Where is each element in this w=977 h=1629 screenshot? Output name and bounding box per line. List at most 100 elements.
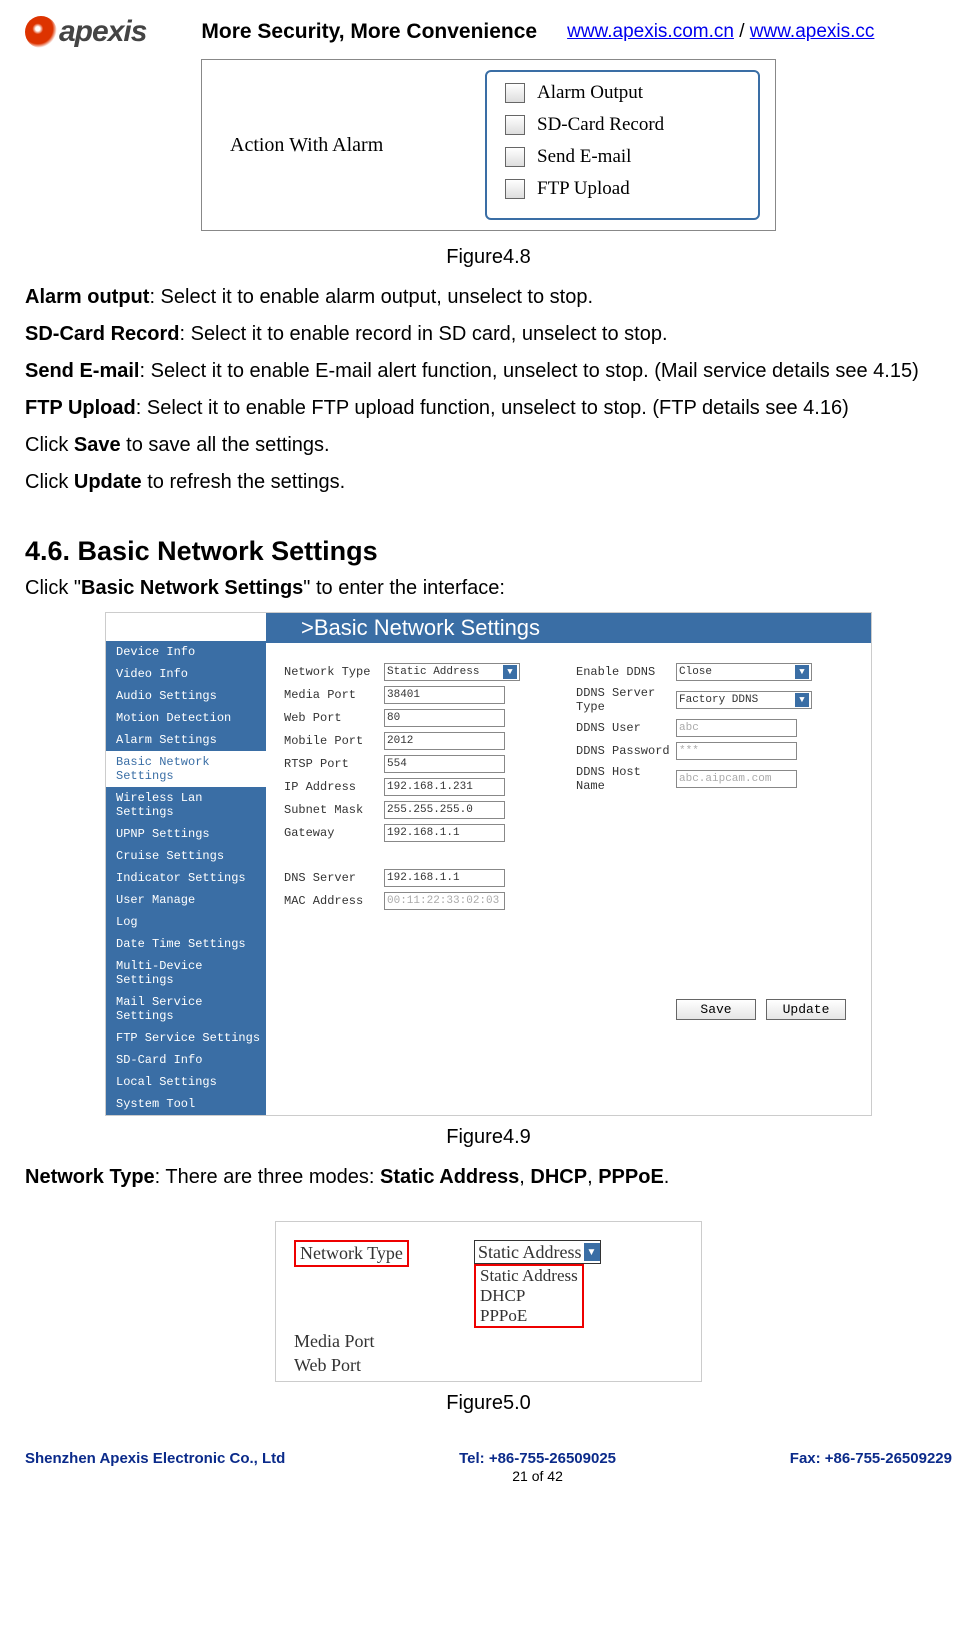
text-field[interactable]: 2012 xyxy=(384,732,505,750)
save-button[interactable]: Save xyxy=(676,999,756,1020)
form-row: Media Port38401 xyxy=(284,686,561,704)
field-label: DDNS Host Name xyxy=(576,765,676,793)
text-field: 00:11:22:33:02:03 xyxy=(384,892,505,910)
text-field[interactable]: 554 xyxy=(384,755,505,773)
form-row: RTSP Port554 xyxy=(284,755,561,773)
label-ftp: FTP Upload xyxy=(537,178,630,200)
field-label: Mobile Port xyxy=(284,734,384,748)
form-row: MAC Address00:11:22:33:02:03 xyxy=(284,892,561,910)
sidebar-item[interactable]: Log xyxy=(106,911,266,933)
text-field[interactable]: 192.168.1.1 xyxy=(384,869,505,887)
sidebar-item[interactable]: Mail Service Settings xyxy=(106,991,266,1027)
text-field: abc.aipcam.com xyxy=(676,770,797,788)
sidebar-item[interactable]: Wireless Lan Settings xyxy=(106,787,266,823)
alarm-options-box: Alarm Output SD-Card Record Send E-mail … xyxy=(485,70,760,220)
field-label: RTSP Port xyxy=(284,757,384,771)
field-label: Gateway xyxy=(284,826,384,840)
web-port-label: Web Port xyxy=(276,1355,474,1376)
form-row: DDNS Userabc xyxy=(576,719,853,737)
label-sdcard: SD-Card Record xyxy=(537,114,664,136)
logo: apexis xyxy=(25,15,146,49)
field-label: DDNS Password xyxy=(576,744,676,758)
checkbox-ftp[interactable] xyxy=(505,179,525,199)
field-label: DDNS Server Type xyxy=(576,686,676,714)
link-apexis-cc[interactable]: www.apexis.cc xyxy=(750,21,875,42)
sidebar-item[interactable]: Video Info xyxy=(106,663,266,685)
checkbox-row-alarm-output: Alarm Output xyxy=(505,82,758,104)
slogan: More Security, More Convenience xyxy=(201,20,537,44)
dropdown-opt-pppoe[interactable]: PPPoE xyxy=(476,1306,582,1326)
sidebar-item[interactable]: User Manage xyxy=(106,889,266,911)
sidebar-item[interactable]: Local Settings xyxy=(106,1071,266,1093)
caption-figure-4-8: Figure4.8 xyxy=(25,246,952,269)
link-separator: / xyxy=(734,21,750,42)
footer-company: Shenzhen Apexis Electronic Co., Ltd xyxy=(25,1450,285,1484)
button-row: Save Update xyxy=(266,979,871,1115)
sidebar-item[interactable]: System Tool xyxy=(106,1093,266,1115)
form-row: DDNS Host Nameabc.aipcam.com xyxy=(576,765,853,793)
checkbox-email[interactable] xyxy=(505,147,525,167)
sidebar-item[interactable]: Cruise Settings xyxy=(106,845,266,867)
form-row: Web Port80 xyxy=(284,709,561,727)
network-type-select[interactable]: Static Address ▼ xyxy=(474,1240,601,1264)
sidebar-item[interactable]: Multi-Device Settings xyxy=(106,955,266,991)
sidebar-item[interactable]: SD-Card Info xyxy=(106,1049,266,1071)
caption-figure-4-9: Figure4.9 xyxy=(25,1126,952,1149)
checkbox-row-ftp: FTP Upload xyxy=(505,178,758,200)
sidebar-item[interactable]: Motion Detection xyxy=(106,707,266,729)
update-button[interactable]: Update xyxy=(766,999,846,1020)
desc-save: Click Save to save all the settings. xyxy=(25,432,952,459)
header-links: www.apexis.com.cn / www.apexis.cc xyxy=(567,21,874,43)
label-email: Send E-mail xyxy=(537,146,631,168)
select-field[interactable]: Factory DDNS▼ xyxy=(676,691,812,709)
checkbox-sdcard[interactable] xyxy=(505,115,525,135)
page-header: apexis More Security, More Convenience w… xyxy=(25,15,952,49)
desc-ftp: FTP Upload: Select it to enable FTP uplo… xyxy=(25,395,952,422)
form-row: DDNS Password*** xyxy=(576,742,853,760)
panel-title: >Basic Network Settings xyxy=(266,613,871,643)
sidebar-item[interactable]: Audio Settings xyxy=(106,685,266,707)
form-row: Enable DDNSClose▼ xyxy=(576,663,853,681)
network-type-highlight: Network Type xyxy=(294,1240,409,1267)
dropdown-icon: ▼ xyxy=(795,665,809,679)
desc-email: Send E-mail: Select it to enable E-mail … xyxy=(25,358,952,385)
sidebar-item[interactable]: Device Info xyxy=(106,641,266,663)
field-label: Media Port xyxy=(284,688,384,702)
select-field[interactable]: Close▼ xyxy=(676,663,812,681)
page-footer: Shenzhen Apexis Electronic Co., Ltd Tel:… xyxy=(0,1450,977,1492)
logo-text: apexis xyxy=(59,15,146,49)
sidebar-item[interactable]: Alarm Settings xyxy=(106,729,266,751)
desc-update: Click Update to refresh the settings. xyxy=(25,469,952,496)
text-field[interactable]: 192.168.1.231 xyxy=(384,778,505,796)
dropdown-icon: ▼ xyxy=(584,1243,600,1261)
text-field: abc xyxy=(676,719,797,737)
link-apexis-cn[interactable]: www.apexis.com.cn xyxy=(567,21,734,42)
network-type-value: Static Address xyxy=(478,1242,582,1263)
form-row: DNS Server192.168.1.1 xyxy=(284,869,561,887)
figure-5-0: Network Type Static Address ▼ Static Add… xyxy=(275,1221,702,1382)
sidebar-item[interactable]: UPNP Settings xyxy=(106,823,266,845)
text-field[interactable]: 255.255.255.0 xyxy=(384,801,505,819)
text-field[interactable]: 80 xyxy=(384,709,505,727)
form-row: Subnet Mask255.255.255.0 xyxy=(284,801,561,819)
figure-4-9: Device InfoVideo InfoAudio SettingsMotio… xyxy=(105,612,872,1116)
sidebar-item[interactable]: Basic Network Settings xyxy=(106,751,266,787)
sidebar-item[interactable]: FTP Service Settings xyxy=(106,1027,266,1049)
dropdown-opt-static[interactable]: Static Address xyxy=(476,1266,582,1286)
desc-alarm-output: Alarm output: Select it to enable alarm … xyxy=(25,284,952,311)
logo-icon xyxy=(25,16,57,48)
field-label: Web Port xyxy=(284,711,384,725)
checkbox-row-sdcard: SD-Card Record xyxy=(505,114,758,136)
form-row: Mobile Port2012 xyxy=(284,732,561,750)
caption-figure-5-0: Figure5.0 xyxy=(25,1392,952,1415)
footer-fax: Fax: +86-755-26509229 xyxy=(790,1450,952,1484)
select-field[interactable]: Static Address▼ xyxy=(384,663,520,681)
footer-page: 21 of 42 xyxy=(459,1468,616,1484)
checkbox-alarm-output[interactable] xyxy=(505,83,525,103)
field-label: Network Type xyxy=(284,665,384,679)
text-field[interactable]: 192.168.1.1 xyxy=(384,824,505,842)
text-field[interactable]: 38401 xyxy=(384,686,505,704)
sidebar-item[interactable]: Indicator Settings xyxy=(106,867,266,889)
sidebar-item[interactable]: Date Time Settings xyxy=(106,933,266,955)
dropdown-opt-dhcp[interactable]: DHCP xyxy=(476,1286,582,1306)
